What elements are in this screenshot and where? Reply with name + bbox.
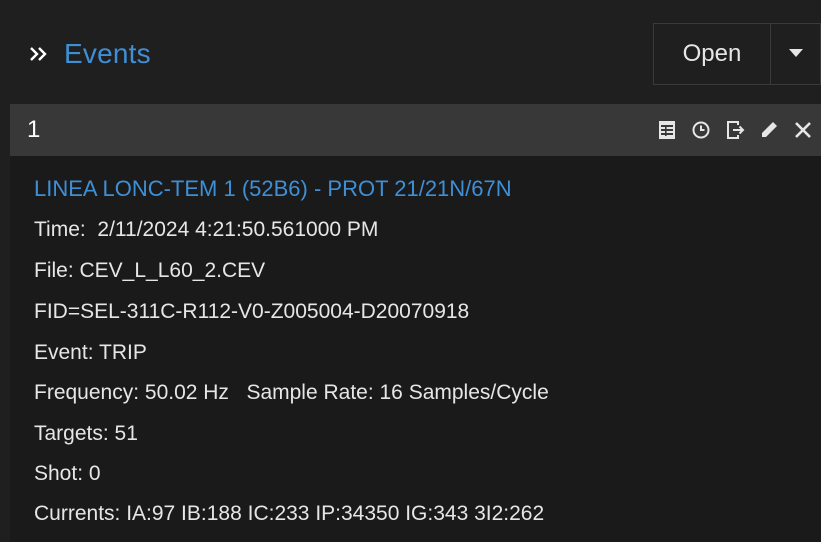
table-icon[interactable]: [655, 118, 679, 142]
triangle-down-icon: [788, 45, 804, 63]
events-header: Events Open: [10, 23, 821, 85]
event-fid: FID=SEL-311C-R112-V0-Z005004-D20070918: [34, 300, 470, 323]
event-currents: Currents: IA:97 IB:188 IC:233 IP:34350 I…: [34, 502, 545, 525]
export-icon[interactable]: [723, 118, 747, 142]
event-title-link[interactable]: LINEA LONC-TEM 1 (52B6) - PROT 21/21N/67…: [34, 176, 512, 202]
event-file: File: CEV_L_L60_2.CEV: [34, 259, 266, 282]
double-chevron-right-icon[interactable]: [28, 43, 50, 65]
event-shot: Shot: 0: [34, 462, 101, 485]
pencil-icon[interactable]: [757, 118, 781, 142]
event-frequency: Frequency: 50.02 Hz Sample Rate: 16 Samp…: [34, 381, 549, 404]
open-button[interactable]: Open: [653, 23, 771, 85]
event-toolbar: [645, 104, 815, 156]
clock-icon[interactable]: [689, 118, 713, 142]
close-icon[interactable]: [791, 118, 815, 142]
events-panel: Events Open 1 LINEA LONC-TEM 1 (52B6) - …: [0, 0, 821, 542]
event-type: Event: TRIP: [34, 341, 147, 364]
event-targets: Targets: 51: [34, 422, 138, 445]
event-time: Time: 2/11/2024 4:21:50.561000 PM: [34, 218, 379, 241]
open-dropdown-button[interactable]: [771, 23, 821, 85]
panel-title: Events: [64, 38, 151, 69]
event-header-bar[interactable]: 1: [10, 104, 821, 156]
event-number: 1: [27, 116, 41, 143]
event-details: LINEA LONC-TEM 1 (52B6) - PROT 21/21N/67…: [10, 156, 821, 542]
